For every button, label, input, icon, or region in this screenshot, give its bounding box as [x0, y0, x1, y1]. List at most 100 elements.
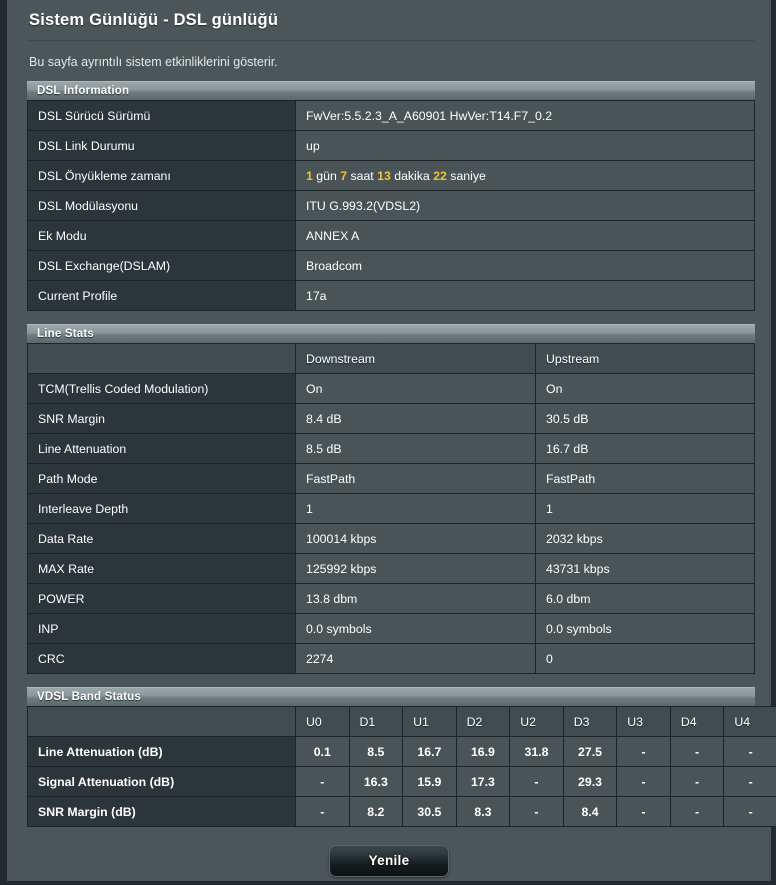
refresh-button[interactable]: Yenile	[329, 845, 449, 877]
vdsl-band-value: 0.1	[296, 737, 350, 767]
vdsl-band-col-u3: U3	[617, 707, 671, 737]
page-description: Bu sayfa ayrıntılı sistem etkinliklerini…	[21, 41, 757, 81]
vdsl-band-value: -	[670, 797, 724, 827]
vdsl-band-value: 29.3	[563, 767, 617, 797]
vdsl-band-status-table: U0D1U1D2U2D3U3D4U4 Line Attenuation (dB)…	[27, 706, 776, 827]
vdsl-band-status-section: VDSL Band Status U0D1U1D2U2D3U3D4U4 Line…	[21, 687, 757, 827]
vdsl-band-col-d1: D1	[349, 707, 403, 737]
table-row: Interleave Depth11	[28, 494, 755, 524]
dsl-info-value: Broadcom	[296, 251, 755, 281]
uptime-unit: saniye	[447, 169, 486, 183]
vdsl-band-header-row: U0D1U1D2U2D3U3D4U4	[28, 707, 776, 737]
line-stat-upstream-value: 0.0 symbols	[536, 614, 755, 644]
line-stat-downstream-value: 8.5 dB	[296, 434, 536, 464]
line-stat-label: TCM(Trellis Coded Modulation)	[28, 374, 296, 404]
line-stat-upstream-value: 43731 kbps	[536, 554, 755, 584]
dsl-information-table: DSL Sürücü SürümüFwVer:5.5.2.3_A_A60901 …	[27, 100, 755, 311]
line-stats-col-blank	[28, 344, 296, 374]
line-stat-upstream-value: On	[536, 374, 755, 404]
vdsl-band-value: -	[617, 737, 671, 767]
line-stat-label: CRC	[28, 644, 296, 674]
spacer	[21, 311, 757, 324]
vdsl-band-value: -	[617, 797, 671, 827]
line-stat-downstream-value: 13.8 dbm	[296, 584, 536, 614]
vdsl-band-value: 8.2	[349, 797, 403, 827]
dsl-info-label: DSL Modülasyonu	[28, 191, 296, 221]
dsl-info-value: up	[296, 131, 755, 161]
vdsl-band-value: 8.3	[456, 797, 510, 827]
uptime-unit: dakika	[391, 169, 433, 183]
line-stat-upstream-value: 0	[536, 644, 755, 674]
vdsl-band-col-d4: D4	[670, 707, 724, 737]
vdsl-band-col-d3: D3	[563, 707, 617, 737]
vdsl-band-row-label: SNR Margin (dB)	[28, 797, 296, 827]
line-stat-upstream-value: FastPath	[536, 464, 755, 494]
line-stats-header: Line Stats	[27, 324, 755, 343]
table-row: DSL Link Durumuup	[28, 131, 755, 161]
line-stat-upstream-value: 16.7 dB	[536, 434, 755, 464]
line-stat-downstream-value: 0.0 symbols	[296, 614, 536, 644]
dsl-info-value: ANNEX A	[296, 221, 755, 251]
vdsl-band-value: -	[617, 767, 671, 797]
uptime-number: 1	[306, 169, 313, 183]
page-title: Sistem Günlüğü - DSL günlüğü	[21, 0, 757, 30]
vdsl-band-col-u1: U1	[403, 707, 457, 737]
table-row: Line Attenuation8.5 dB16.7 dB	[28, 434, 755, 464]
dsl-info-label: DSL Link Durumu	[28, 131, 296, 161]
vdsl-band-row-label: Line Attenuation (dB)	[28, 737, 296, 767]
vdsl-band-value: 31.8	[510, 737, 564, 767]
vdsl-band-col-blank	[28, 707, 296, 737]
line-stat-upstream-value: 6.0 dbm	[536, 584, 755, 614]
dsl-info-value: ITU G.993.2(VDSL2)	[296, 191, 755, 221]
footer-actions: Yenile	[21, 827, 757, 877]
vdsl-band-value: -	[724, 737, 776, 767]
dsl-log-page: Sistem Günlüğü - DSL günlüğü Bu sayfa ay…	[0, 0, 776, 885]
table-row: Line Attenuation (dB)0.18.516.716.931.82…	[28, 737, 776, 767]
table-row: INP0.0 symbols0.0 symbols	[28, 614, 755, 644]
vdsl-band-col-d2: D2	[456, 707, 510, 737]
line-stat-label: SNR Margin	[28, 404, 296, 434]
table-row: Signal Attenuation (dB)-16.315.917.3-29.…	[28, 767, 776, 797]
vdsl-band-value: 8.4	[563, 797, 617, 827]
line-stats-section: Line Stats Downstream Upstream TCM(Trell…	[21, 324, 757, 674]
vdsl-band-value: 17.3	[456, 767, 510, 797]
table-row: DSL ModülasyonuITU G.993.2(VDSL2)	[28, 191, 755, 221]
line-stat-label: Data Rate	[28, 524, 296, 554]
table-row: DSL Exchange(DSLAM)Broadcom	[28, 251, 755, 281]
vdsl-band-value: -	[724, 797, 776, 827]
table-row: SNR Margin8.4 dB30.5 dB	[28, 404, 755, 434]
page-content: Sistem Günlüğü - DSL günlüğü Bu sayfa ay…	[7, 0, 771, 881]
vdsl-band-value: -	[670, 767, 724, 797]
vdsl-band-col-u0: U0	[296, 707, 350, 737]
vdsl-band-value: -	[724, 767, 776, 797]
vdsl-band-status-header: VDSL Band Status	[27, 687, 755, 706]
dsl-uptime-value: 1 gün 7 saat 13 dakika 22 saniye	[296, 161, 755, 191]
table-row: SNR Margin (dB)-8.230.58.3-8.4---	[28, 797, 776, 827]
table-row: MAX Rate125992 kbps43731 kbps	[28, 554, 755, 584]
line-stat-upstream-value: 30.5 dB	[536, 404, 755, 434]
dsl-information-header: DSL Information	[27, 81, 755, 100]
table-row: DSL Sürücü SürümüFwVer:5.5.2.3_A_A60901 …	[28, 101, 755, 131]
table-row: POWER13.8 dbm6.0 dbm	[28, 584, 755, 614]
vdsl-band-value: 16.3	[349, 767, 403, 797]
vdsl-band-value: -	[670, 737, 724, 767]
spacer	[21, 674, 757, 687]
line-stat-downstream-value: 100014 kbps	[296, 524, 536, 554]
uptime-number: 13	[377, 169, 391, 183]
vdsl-band-value: 8.5	[349, 737, 403, 767]
line-stat-downstream-value: FastPath	[296, 464, 536, 494]
vdsl-band-value: 30.5	[403, 797, 457, 827]
table-row: Ek ModuANNEX A	[28, 221, 755, 251]
dsl-info-value: FwVer:5.5.2.3_A_A60901 HwVer:T14.F7_0.2	[296, 101, 755, 131]
table-row: CRC22740	[28, 644, 755, 674]
line-stat-upstream-value: 1	[536, 494, 755, 524]
table-row: Current Profile17a	[28, 281, 755, 311]
uptime-unit: saat	[347, 169, 377, 183]
line-stat-downstream-value: 8.4 dB	[296, 404, 536, 434]
line-stat-upstream-value: 2032 kbps	[536, 524, 755, 554]
dsl-info-label: Ek Modu	[28, 221, 296, 251]
dsl-info-label: Current Profile	[28, 281, 296, 311]
line-stat-label: Line Attenuation	[28, 434, 296, 464]
line-stat-label: Interleave Depth	[28, 494, 296, 524]
uptime-unit: gün	[313, 169, 340, 183]
